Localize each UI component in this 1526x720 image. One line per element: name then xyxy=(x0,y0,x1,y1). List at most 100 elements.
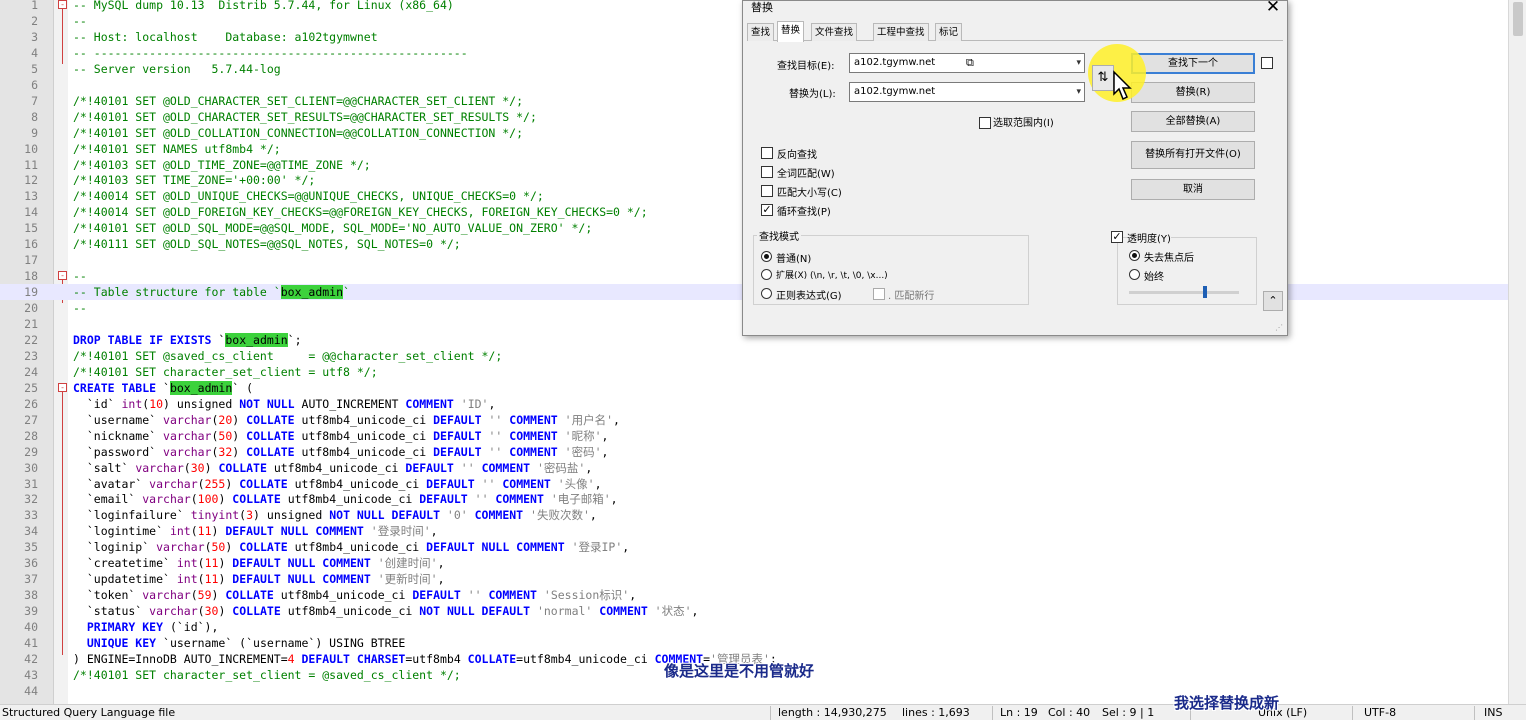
chevron-down-icon[interactable]: ▾ xyxy=(1076,54,1081,72)
code-token: varchar xyxy=(163,444,212,459)
code-token: utf8mb4_unicode_ci xyxy=(266,460,406,475)
replace-all-button[interactable]: 全部替换(A) xyxy=(1131,111,1255,132)
line-number: 30 xyxy=(24,460,38,475)
in-selection-label: 选取范围内(I) xyxy=(993,118,1054,129)
fold-toggle-icon[interactable]: - xyxy=(58,382,67,392)
chevron-down-icon[interactable]: ▾ xyxy=(1076,83,1081,101)
code-line[interactable]: 31 `avatar` varchar(255) COLLATE utf8mb4… xyxy=(0,476,1508,492)
in-selection-checkbox[interactable] xyxy=(979,117,991,129)
code-line[interactable]: 30 `salt` varchar(30) COLLATE utf8mb4_un… xyxy=(0,460,1508,476)
line-number: 33 xyxy=(24,508,38,523)
code-token: '密码' xyxy=(557,444,602,459)
code-text: `updatetime` int(11) DEFAULT NULL COMMEN… xyxy=(73,571,445,587)
code-line[interactable]: 33 `loginfailure` tinyint(3) unsigned NO… xyxy=(0,507,1508,523)
dot-newline-checkbox[interactable] xyxy=(873,288,885,300)
vertical-scrollbar[interactable] xyxy=(1508,0,1526,704)
code-line[interactable]: 27 `username` varchar(20) COLLATE utf8mb… xyxy=(0,412,1508,428)
code-text: `username` varchar(20) COLLATE utf8mb4_u… xyxy=(73,412,620,428)
on-lose-focus-radio[interactable] xyxy=(1129,250,1140,261)
mode-normal-radio[interactable] xyxy=(761,251,772,262)
code-token: varchar xyxy=(142,492,191,507)
code-token: ) xyxy=(218,572,233,587)
transparency-checkbox[interactable]: ✓ xyxy=(1111,231,1123,243)
tab-find-in-project[interactable]: 工程中查找 xyxy=(873,23,929,41)
resize-grip-icon[interactable]: ⋰ xyxy=(1275,323,1283,332)
whole-word-checkbox[interactable] xyxy=(761,166,773,178)
code-token: 3 xyxy=(246,508,254,523)
backward-checkbox[interactable] xyxy=(761,147,773,159)
mode-extended-radio[interactable] xyxy=(761,269,772,280)
collapse-up-icon[interactable]: ⌃ xyxy=(1263,291,1283,311)
code-token: COLLATE xyxy=(239,540,288,555)
line-number: 19 xyxy=(24,285,38,300)
replace-button[interactable]: 替换(R) xyxy=(1131,82,1255,103)
code-token: 50 xyxy=(218,428,233,443)
code-line[interactable]: 38 `token` varchar(59) COLLATE utf8mb4_u… xyxy=(0,587,1508,603)
tab-find-in-files[interactable]: 文件查找 xyxy=(811,23,858,41)
code-text: /*!40101 SET @saved_cs_client = @@charac… xyxy=(73,348,502,364)
match-case-checkbox[interactable] xyxy=(761,185,773,197)
code-text: `token` varchar(59) COLLATE utf8mb4_unic… xyxy=(73,587,636,603)
code-line[interactable]: 37 `updatetime` int(11) DEFAULT NULL COM… xyxy=(0,571,1508,587)
code-line[interactable]: 26 `id` int(10) unsigned NOT NULL AUTO_I… xyxy=(0,396,1508,412)
line-number: 38 xyxy=(24,588,38,603)
code-token: 50 xyxy=(211,540,226,555)
wrap-around-checkbox[interactable]: ✓ xyxy=(761,204,773,216)
code-token: , xyxy=(601,428,609,443)
find-next-option-checkbox[interactable] xyxy=(1261,57,1273,69)
tab-find[interactable]: 查找 xyxy=(747,23,775,41)
code-text: `logintime` int(11) DEFAULT NULL COMMENT… xyxy=(73,523,438,539)
swap-icon[interactable]: ⇅ xyxy=(1092,65,1114,91)
code-token: 11 xyxy=(204,556,219,571)
code-token: COMMENT xyxy=(495,492,544,507)
code-line[interactable]: 25 - CREATE TABLE `box_admin` ( xyxy=(0,380,1508,396)
scrollbar-thumb[interactable] xyxy=(1513,2,1523,36)
code-token: '登录IP' xyxy=(564,540,623,555)
code-line[interactable]: 24 /*!40101 SET character_set_client = ut… xyxy=(0,364,1508,380)
close-icon[interactable]: ✕ xyxy=(1263,0,1283,17)
code-line[interactable]: 32 `email` varchar(100) COLLATE utf8mb4_… xyxy=(0,491,1508,507)
code-token: DEFAULT CHARSET xyxy=(294,651,406,666)
in-selection-option[interactable]: 选取范围内(I) xyxy=(979,114,1054,129)
line-number: 26 xyxy=(24,396,38,411)
transparency-slider-thumb[interactable] xyxy=(1203,286,1208,298)
code-line[interactable]: 36 `createtime` int(11) DEFAULT NULL COM… xyxy=(0,555,1508,571)
cancel-button[interactable]: 取消 xyxy=(1131,179,1255,200)
replace-input[interactable]: a102.tgymw.net ▾ xyxy=(849,82,1085,102)
code-line[interactable]: 29 `password` varchar(32) COLLATE utf8mb… xyxy=(0,444,1508,460)
code-token: `updatetime` xyxy=(73,572,177,587)
always-radio[interactable] xyxy=(1129,269,1140,280)
code-token: '' xyxy=(467,492,496,507)
code-line[interactable]: 40 PRIMARY KEY (`id`), xyxy=(0,619,1508,635)
tab-mark[interactable]: 标记 xyxy=(935,23,963,41)
code-line[interactable]: 34 `logintime` int(11) DEFAULT NULL COMM… xyxy=(0,523,1508,539)
code-line[interactable]: 35 `loginip` varchar(50) COLLATE utf8mb4… xyxy=(0,539,1508,555)
code-token: ) xyxy=(225,540,240,555)
code-token: /*!40101 SET @OLD_CHARACTER_SET_RESULTS=… xyxy=(73,109,537,124)
tab-replace[interactable]: 替换 xyxy=(777,21,805,42)
code-token: /*!40101 SET @saved_cs_client = @@charac… xyxy=(73,348,503,363)
status-ln: Ln : 19 xyxy=(1000,706,1038,719)
line-number: 16 xyxy=(24,237,38,252)
code-line[interactable]: 28 `nickname` varchar(50) COLLATE utf8mb… xyxy=(0,428,1508,444)
line-number: 4 xyxy=(31,45,38,60)
fold-toggle-icon[interactable]: - xyxy=(58,0,67,9)
code-text: -- Table structure for table `box_admin` xyxy=(73,284,350,300)
code-text: `status` varchar(30) COLLATE utf8mb4_uni… xyxy=(73,603,699,619)
replace-all-open-files-button[interactable]: 替换所有打开文件(O) xyxy=(1131,141,1255,169)
code-line[interactable]: 44 xyxy=(0,683,1508,699)
code-text: UNIQUE KEY `username` (`username`) USING… xyxy=(73,635,406,651)
code-line[interactable]: 23 /*!40101 SET @saved_cs_client = @@char… xyxy=(0,348,1508,364)
code-token: COLLATE xyxy=(218,460,267,475)
code-line[interactable]: 39 `status` varchar(30) COLLATE utf8mb4_… xyxy=(0,603,1508,619)
fold-toggle-icon[interactable]: - xyxy=(58,271,67,281)
code-token: ) xyxy=(232,444,247,459)
mode-regex-radio[interactable] xyxy=(761,288,772,299)
code-token: ) xyxy=(232,412,247,427)
transparency-slider-track[interactable] xyxy=(1129,291,1239,294)
code-line[interactable]: 41 UNIQUE KEY `username` (`username`) US… xyxy=(0,635,1508,651)
find-next-button[interactable]: 查找下一个 xyxy=(1131,53,1255,74)
line-number: 8 xyxy=(31,109,38,124)
find-input[interactable]: a102.tgymw.net ⧉ ▾ xyxy=(849,53,1085,73)
code-token: ( xyxy=(197,604,205,619)
